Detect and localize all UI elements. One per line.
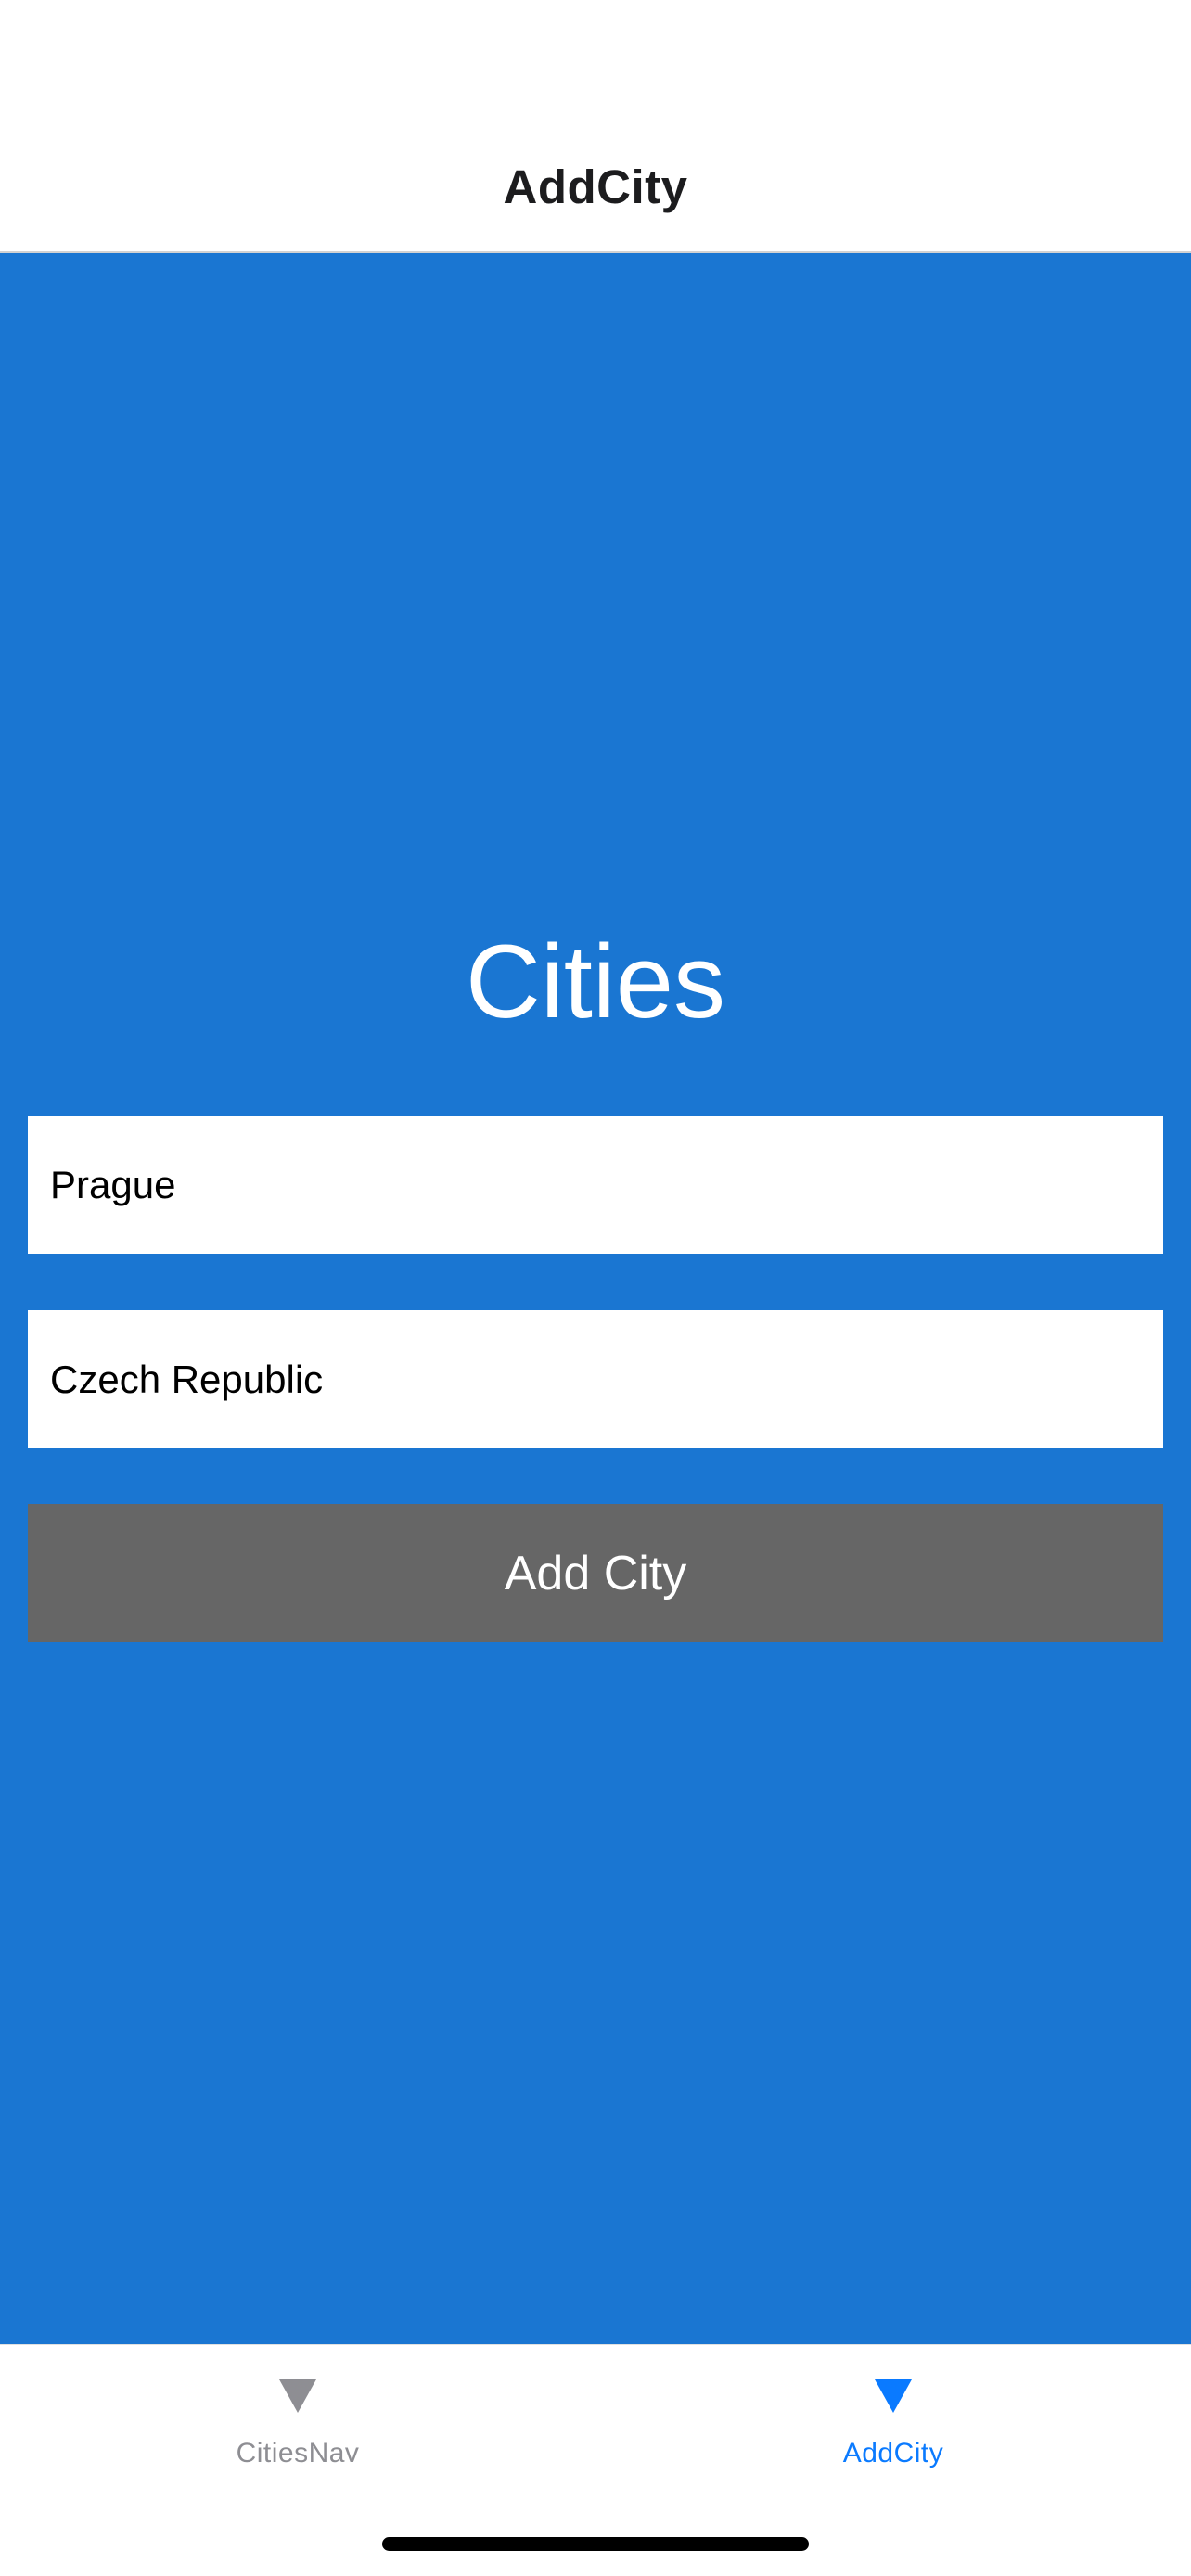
main-content: Cities Prague Czech Republic Add City bbox=[0, 253, 1191, 2344]
home-indicator[interactable] bbox=[382, 2537, 809, 2551]
navigation-bar: AddCity bbox=[0, 0, 1191, 253]
page-title: AddCity bbox=[503, 160, 688, 213]
add-city-button-label: Add City bbox=[504, 1546, 687, 1600]
tab-add-city-label: AddCity bbox=[842, 2438, 944, 2468]
triangle-down-icon bbox=[279, 2379, 316, 2413]
add-city-button[interactable]: Add City bbox=[28, 1504, 1163, 1642]
triangle-down-icon bbox=[875, 2379, 912, 2413]
city-input-value: Prague bbox=[50, 1162, 176, 1206]
app-screen: AddCity Cities Prague Czech Republic Add… bbox=[0, 0, 1191, 2576]
tab-cities-nav-label: CitiesNav bbox=[236, 2438, 360, 2468]
tab-add-city[interactable]: AddCity bbox=[596, 2345, 1191, 2493]
city-input[interactable]: Prague bbox=[28, 1116, 1163, 1254]
country-input[interactable]: Czech Republic bbox=[28, 1310, 1163, 1448]
tab-cities-nav[interactable]: CitiesNav bbox=[0, 2345, 596, 2493]
country-input-value: Czech Republic bbox=[50, 1357, 324, 1401]
cities-heading: Cities bbox=[465, 924, 726, 1039]
